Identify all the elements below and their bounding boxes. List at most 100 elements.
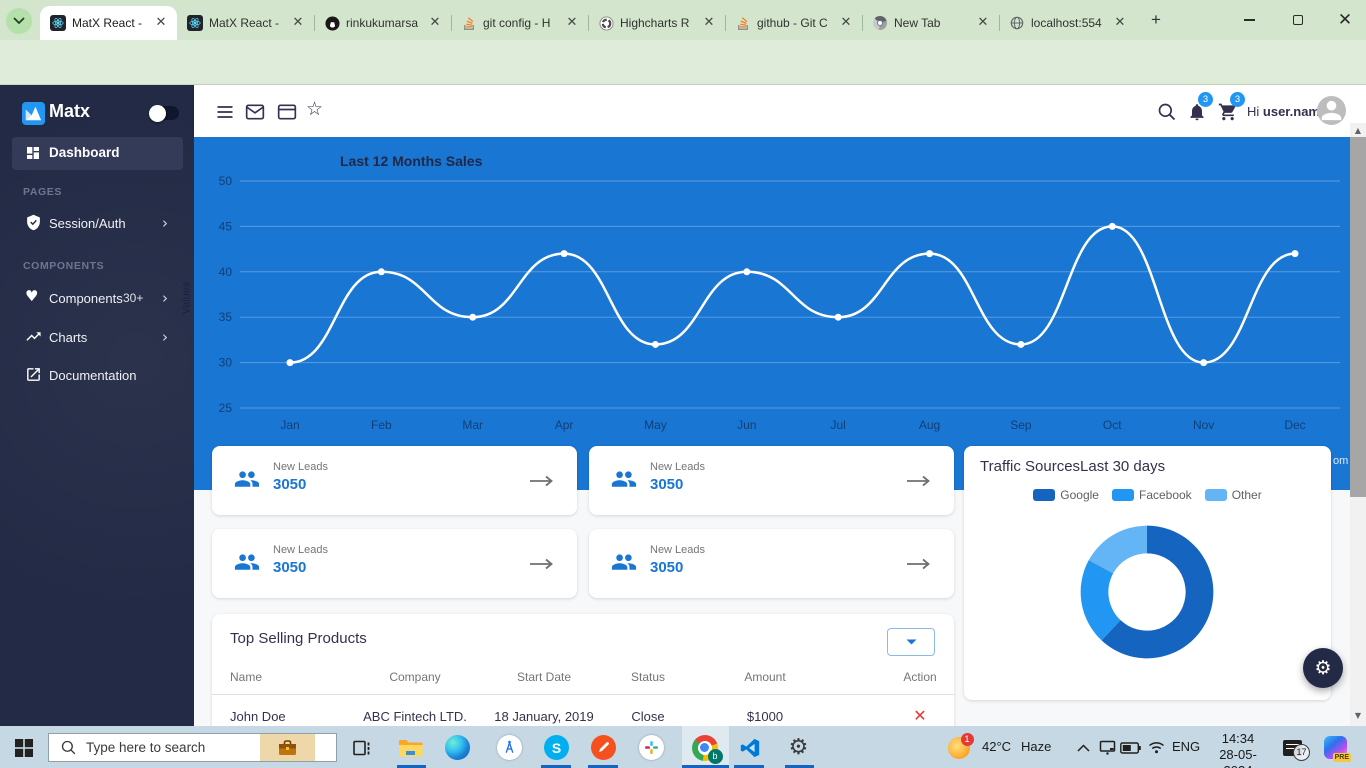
tray-language[interactable]: ENG <box>1172 739 1200 754</box>
globe-icon <box>1009 15 1025 31</box>
products-dropdown-button[interactable] <box>887 628 935 656</box>
page-scrollbar[interactable]: ▲ ▼ <box>1350 123 1366 726</box>
sidebar-item-documentation[interactable]: Documentation <box>0 360 194 390</box>
stackoverflow-icon <box>461 15 477 31</box>
arrow-right-icon[interactable] <box>529 558 555 570</box>
tab-localhost[interactable]: localhost:554 ✕ <box>999 6 1136 40</box>
scroll-up-arrow[interactable]: ▲ <box>1350 125 1366 137</box>
theme-settings-fab[interactable]: ⚙ <box>1303 648 1343 688</box>
windows-logo-icon <box>15 739 33 757</box>
stat-value: 3050 <box>650 476 683 493</box>
arrow-right-icon[interactable] <box>529 475 555 487</box>
tab-close-icon[interactable]: ✕ <box>1112 15 1128 31</box>
user-avatar[interactable] <box>1317 96 1346 125</box>
start-button[interactable] <box>10 734 37 761</box>
tab-close-icon[interactable]: ✕ <box>153 15 169 31</box>
tab-new-tab[interactable]: New Tab ✕ <box>862 6 999 40</box>
svg-text:45: 45 <box>219 219 233 233</box>
people-icon <box>233 550 261 572</box>
map-watermark: om <box>1333 455 1348 467</box>
chevron-right-icon: › <box>162 328 168 346</box>
tray-temperature[interactable]: 42°C <box>982 739 1011 754</box>
window-restore-button[interactable] <box>1277 0 1319 40</box>
vscode-button[interactable] <box>736 734 763 761</box>
search-icon[interactable] <box>1157 102 1177 122</box>
traffic-sources-card: Traffic SourcesLast 30 days Google Faceb… <box>964 446 1331 700</box>
cell-name: John Doe <box>230 709 286 724</box>
arrow-right-icon[interactable] <box>906 475 932 487</box>
tab-close-icon[interactable]: ✕ <box>838 15 854 31</box>
web-window-icon[interactable] <box>277 102 297 122</box>
tab-git-config[interactable]: git config - H ✕ <box>451 6 588 40</box>
tray-expand-button[interactable] <box>1070 734 1097 761</box>
tray-weather-condition[interactable]: Haze <box>1021 739 1051 754</box>
sidebar-item-dashboard[interactable]: Dashboard <box>12 137 183 170</box>
pinwheel-app-button[interactable] <box>638 734 665 761</box>
stat-card-new-leads-1[interactable]: New Leads 3050 <box>212 446 577 515</box>
sidebar-toggle[interactable] <box>152 106 179 120</box>
edge-button[interactable] <box>444 734 471 761</box>
tab-github-git[interactable]: github - Git C ✕ <box>725 6 862 40</box>
pen-app-button[interactable] <box>590 734 617 761</box>
tab-highcharts[interactable]: Highcharts R ✕ <box>588 6 725 40</box>
svg-text:40: 40 <box>219 265 233 279</box>
tab-github-repo[interactable]: rinkukumarsa ✕ <box>314 6 451 40</box>
tab-close-icon[interactable]: ✕ <box>290 15 306 31</box>
stat-card-new-leads-3[interactable]: New Leads 3050 <box>212 529 577 598</box>
tab-title: git config - H <box>483 16 562 30</box>
screen: MatX React - ✕ MatX React - ✕ rinkukumar… <box>0 0 1366 768</box>
svg-text:30: 30 <box>219 356 233 370</box>
copilot-pre-badge: PRE <box>1333 753 1351 762</box>
tab-matx-react-1[interactable]: MatX React - ✕ <box>40 6 177 40</box>
tray-clock[interactable]: 14:34 28-05-2024 <box>1205 731 1271 768</box>
file-explorer-button[interactable] <box>397 734 424 761</box>
tray-battery-icon[interactable] <box>1117 734 1144 761</box>
sidebar-item-components[interactable]: ♥ Components 30+ › <box>0 283 194 313</box>
chrome-button[interactable]: b <box>691 734 718 761</box>
matx-logo <box>22 102 45 125</box>
arrow-right-icon[interactable] <box>906 558 932 570</box>
legend-item-google: Google <box>1033 488 1099 502</box>
tab-close-icon[interactable]: ✕ <box>975 15 991 31</box>
favorites-star-icon[interactable]: ☆ <box>306 98 326 118</box>
stat-card-new-leads-4[interactable]: New Leads 3050 <box>589 529 954 598</box>
traffic-title-sub: Last 30 days <box>1080 458 1165 475</box>
legend-swatch <box>1205 489 1227 501</box>
caret-down-icon <box>906 639 917 646</box>
new-tab-button[interactable]: + <box>1146 11 1166 31</box>
skype-button[interactable]: S <box>543 734 570 761</box>
sidebar-item-session-auth[interactable]: Session/Auth › <box>0 208 194 238</box>
sidebar-item-charts[interactable]: Charts › <box>0 322 194 352</box>
tab-search-chevron-button[interactable] <box>6 8 32 34</box>
scroll-thumb[interactable] <box>1350 137 1366 497</box>
stat-card-new-leads-2[interactable]: New Leads 3050 <box>589 446 954 515</box>
window-close-button[interactable]: ✕ <box>1324 0 1366 40</box>
settings-button[interactable]: ⚙ <box>785 734 812 761</box>
sidebar-item-label: Dashboard <box>49 145 120 160</box>
stat-label: New Leads <box>650 544 705 556</box>
tab-close-icon[interactable]: ✕ <box>564 15 580 31</box>
scroll-down-arrow[interactable]: ▼ <box>1350 710 1366 722</box>
svg-text:Feb: Feb <box>371 418 392 432</box>
window-minimize-button[interactable] <box>1228 0 1270 40</box>
notification-center-button[interactable]: 17 <box>1279 734 1306 761</box>
tab-matx-react-2[interactable]: MatX React - ✕ <box>177 6 314 40</box>
svg-text:Apr: Apr <box>555 418 574 432</box>
heart-icon: ♥ <box>25 287 42 304</box>
dev-compass-button[interactable] <box>496 734 523 761</box>
weather-tray-icon[interactable]: 1 <box>945 734 972 761</box>
tab-close-icon[interactable]: ✕ <box>427 15 443 31</box>
tray-wifi-icon[interactable] <box>1143 734 1170 761</box>
launch-icon <box>25 366 42 383</box>
components-count-badge: 30+ <box>123 291 143 305</box>
delete-action-icon[interactable]: ✕ <box>913 706 926 725</box>
task-view-button[interactable] <box>348 734 375 761</box>
tab-close-icon[interactable]: ✕ <box>701 15 717 31</box>
task-view-icon <box>353 739 371 757</box>
menu-icon[interactable] <box>215 102 235 122</box>
copilot-button[interactable]: PRE <box>1322 734 1349 761</box>
taskbar-search-input[interactable]: Type here to search <box>48 733 337 762</box>
search-highlight-app[interactable] <box>260 734 315 761</box>
svg-text:Nov: Nov <box>1193 418 1214 432</box>
mail-icon[interactable] <box>245 102 265 122</box>
